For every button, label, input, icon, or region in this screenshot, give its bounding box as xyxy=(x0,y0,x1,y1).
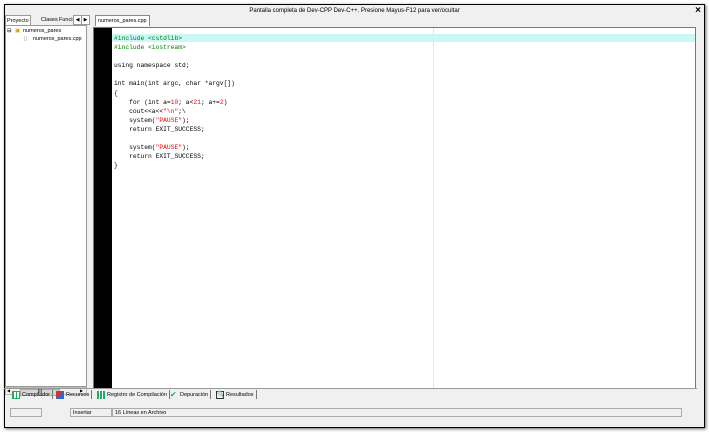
code-line[interactable]: } xyxy=(114,161,235,170)
code-line[interactable]: #include <cstdlib> xyxy=(114,34,235,43)
tab-recursos[interactable]: Recursos xyxy=(56,390,93,400)
separator xyxy=(210,390,212,400)
tab-resultados[interactable]: 🔍 Resultados xyxy=(216,390,257,400)
compiler-grid-icon xyxy=(12,390,20,399)
code-line[interactable]: return EXIT_SUCCESS; xyxy=(114,125,235,134)
code-token: ; a< xyxy=(178,98,194,106)
project-folder-icon: ▣ xyxy=(15,28,21,34)
bottom-tabs: Compilador Recursos Registro de Compilac… xyxy=(4,388,697,401)
tab-compilador-label: Compilador xyxy=(22,392,51,398)
tab-recursos-label: Recursos xyxy=(66,392,90,398)
code-token: "\n" xyxy=(163,107,179,115)
status-position xyxy=(10,408,42,417)
code-editor[interactable]: #include <cstdlib> #include <iostream> us… xyxy=(93,27,696,389)
tab-numeros-pares-cpp[interactable]: numeros_pares.cpp xyxy=(95,15,150,26)
code-token: system( xyxy=(114,144,156,152)
project-panel: Proyecto Clases Funcic ◀ ▶ ⊟ ▣ numeros_p… xyxy=(5,14,90,396)
window-title: Pantalla completa de Dev-CPP Dev-C++. Pr… xyxy=(249,8,460,14)
tab-depuracion[interactable]: ✔ Depuración xyxy=(170,389,212,400)
tree-project-node[interactable]: numeros_pares xyxy=(23,27,61,35)
tab-scroll-right-icon[interactable]: ▶ xyxy=(81,15,90,25)
status-bar: Insertar 16 Líneas en Archivo xyxy=(4,408,697,418)
tab-registro-label: Registro de Compilación xyxy=(107,392,167,398)
tab-registro-compilacion[interactable]: Registro de Compilación xyxy=(97,390,170,400)
code-line[interactable]: #include <iostream> xyxy=(114,43,235,52)
close-button[interactable]: × xyxy=(695,6,701,16)
code-text[interactable]: #include <cstdlib> #include <iostream> us… xyxy=(114,34,235,170)
code-line[interactable]: for (int a=10; a<21; a+=2) xyxy=(114,98,235,107)
code-line[interactable]: using namespace std; xyxy=(114,61,235,70)
project-panel-tabs: Proyecto Clases Funcic ◀ ▶ xyxy=(5,14,90,26)
status-mode: Insertar xyxy=(70,408,112,417)
code-token: } xyxy=(114,162,118,170)
separator xyxy=(52,390,54,400)
code-token: ); xyxy=(182,116,190,124)
code-token: return EXIT_SUCCESS; xyxy=(114,125,205,133)
code-token: "PAUSE" xyxy=(155,144,183,152)
code-line[interactable] xyxy=(114,52,235,61)
collapse-toggle-icon[interactable]: ⊟ xyxy=(7,27,12,35)
separator xyxy=(255,390,257,400)
code-token: cout<<a<< xyxy=(114,107,164,115)
code-line[interactable]: int main(int argc, char *argv[]) xyxy=(114,79,235,88)
debug-check-icon: ✔ xyxy=(170,389,177,399)
tab-compilador[interactable]: Compilador xyxy=(12,390,54,400)
code-line[interactable]: system("PAUSE"); xyxy=(114,143,235,152)
tree-file-node[interactable]: numeros_pares.cpp xyxy=(33,35,82,43)
code-token: "PAUSE" xyxy=(155,116,183,124)
code-token: ;\ xyxy=(178,107,186,115)
code-line[interactable] xyxy=(114,134,235,143)
project-tree: ⊟ ▣ numeros_pares ▯ numeros_pares.cpp xyxy=(5,25,87,387)
code-token: 21 xyxy=(193,98,201,106)
compile-log-chart-icon xyxy=(97,390,105,399)
code-token: using namespace std; xyxy=(114,62,190,70)
code-line[interactable]: { xyxy=(114,89,235,98)
cpp-file-icon: ▯ xyxy=(24,36,28,42)
code-token: system( xyxy=(114,116,156,124)
code-token: ) xyxy=(223,98,228,106)
code-token: int main(int argc, char *argv[]) xyxy=(114,80,235,88)
separator xyxy=(91,390,93,400)
code-token: { xyxy=(114,89,118,97)
status-lines: 16 Líneas en Archivo xyxy=(112,408,682,417)
resources-icon xyxy=(56,390,64,399)
results-search-icon: 🔍 xyxy=(216,390,225,399)
code-token: ); xyxy=(182,144,190,152)
code-line[interactable]: return EXIT_SUCCESS; xyxy=(114,152,235,161)
code-token: ; a+= xyxy=(200,98,220,106)
tab-resultados-label: Resultados xyxy=(226,392,254,398)
line-gutter xyxy=(94,28,112,388)
code-token: return EXIT_SUCCESS; xyxy=(114,153,205,161)
tab-clases[interactable]: Clases xyxy=(40,15,59,25)
code-token: #include <iostream> xyxy=(114,44,186,52)
code-line[interactable] xyxy=(114,70,235,79)
code-line[interactable]: system("PAUSE"); xyxy=(114,116,235,125)
code-token: for (int a= xyxy=(114,98,171,106)
code-line[interactable]: cout<<a<<"\n";\ xyxy=(114,107,235,116)
right-margin-line xyxy=(433,28,434,388)
code-token: #include <cstdlib> xyxy=(114,35,183,42)
tab-depuracion-label: Depuración xyxy=(180,392,209,398)
